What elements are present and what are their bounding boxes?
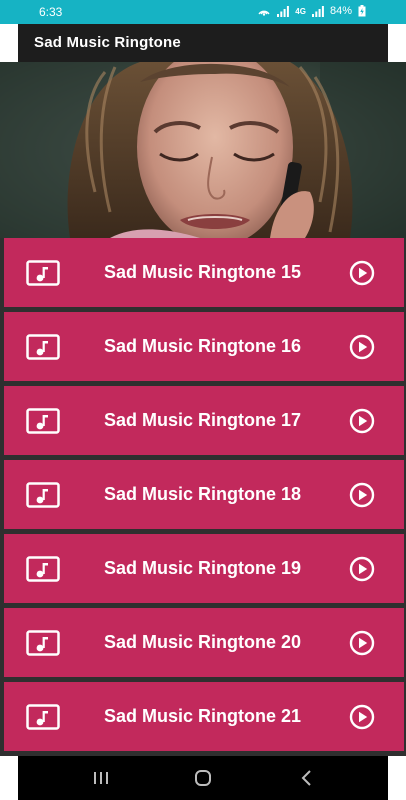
home-icon (195, 770, 211, 786)
play-circle-icon[interactable] (349, 482, 375, 508)
home-button[interactable] (190, 766, 216, 790)
play-circle-icon[interactable] (349, 704, 375, 730)
ringtone-label: Sad Music Ringtone 18 (104, 484, 302, 504)
network-type: 4G (295, 6, 306, 16)
ringtone-label: Sad Music Ringtone 21 (104, 706, 302, 726)
music-file-icon (26, 260, 60, 286)
hero-image (0, 62, 406, 238)
status-bar: 6:33 4G 84% (0, 0, 406, 24)
ringtone-item[interactable]: Sad Music Ringtone 19 (4, 534, 404, 603)
ringtone-label: Sad Music Ringtone 15 (104, 262, 302, 282)
hotspot-icon (258, 10, 270, 16)
app-title: Sad Music Ringtone (34, 34, 181, 51)
main-content: Sad Music Ringtone 15 Sad Music Ringtone… (0, 62, 406, 756)
status-time: 6:33 (39, 5, 63, 19)
play-circle-icon[interactable] (349, 408, 375, 434)
ringtone-item[interactable]: Sad Music Ringtone 15 (4, 238, 404, 307)
recents-button[interactable] (88, 766, 114, 790)
signal-icon-2 (311, 5, 324, 17)
ringtone-label: Sad Music Ringtone 17 (104, 410, 302, 430)
ringtone-item[interactable]: Sad Music Ringtone 18 (4, 460, 404, 529)
music-file-icon (26, 334, 60, 360)
status-icons: 4G 84% (257, 5, 366, 17)
ringtone-item[interactable]: Sad Music Ringtone 20 (4, 608, 404, 677)
ringtone-item[interactable]: Sad Music Ringtone 21 (4, 682, 404, 751)
app-bar: Sad Music Ringtone (18, 24, 388, 62)
ringtone-item[interactable]: Sad Music Ringtone 16 (4, 312, 404, 381)
back-icon (301, 770, 311, 786)
signal-icon (277, 5, 290, 17)
music-file-icon (26, 482, 60, 508)
crying-woman-photo (0, 62, 406, 238)
battery-charging-icon (358, 5, 366, 17)
play-circle-icon[interactable] (349, 334, 375, 360)
battery-text: 84% (329, 5, 352, 17)
ringtone-label: Sad Music Ringtone 20 (104, 632, 302, 652)
play-circle-icon[interactable] (349, 556, 375, 582)
ringtone-label: Sad Music Ringtone 19 (104, 558, 302, 578)
play-circle-icon[interactable] (349, 630, 375, 656)
music-file-icon (26, 556, 60, 582)
ringtone-item[interactable]: Sad Music Ringtone 17 (4, 386, 404, 455)
play-circle-icon[interactable] (349, 260, 375, 286)
back-button[interactable] (294, 766, 320, 790)
system-nav-bar (18, 756, 388, 800)
music-file-icon (26, 630, 60, 656)
music-file-icon (26, 408, 60, 434)
ringtone-label: Sad Music Ringtone 16 (104, 336, 302, 356)
recents-icon (94, 772, 108, 784)
music-file-icon (26, 704, 60, 730)
